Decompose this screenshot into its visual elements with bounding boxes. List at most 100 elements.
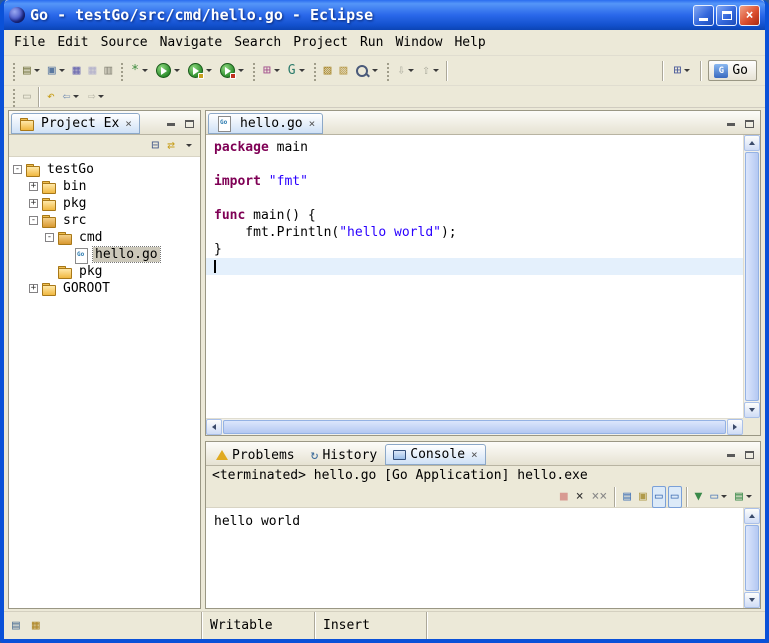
back-icon[interactable]: ⇦ xyxy=(60,86,83,108)
remove-all-launches-icon[interactable]: ×× xyxy=(589,486,611,508)
expander-icon[interactable]: + xyxy=(29,182,38,191)
menu-edit[interactable]: Edit xyxy=(51,32,94,53)
scrollbar-thumb[interactable] xyxy=(745,152,759,401)
close-icon[interactable]: × xyxy=(309,117,316,130)
tab-project-explorer[interactable]: Project Ex × xyxy=(11,113,140,134)
external-tools-icon[interactable] xyxy=(217,60,247,82)
menu-window[interactable]: Window xyxy=(389,32,448,53)
close-icon[interactable]: × xyxy=(125,117,132,130)
forward-icon[interactable]: ⇨ xyxy=(84,86,107,108)
pin-editor-icon[interactable]: ▭ xyxy=(20,86,34,108)
code-line[interactable]: } xyxy=(206,241,743,258)
editor-horizontal-scrollbar[interactable] xyxy=(206,418,743,435)
code-line[interactable] xyxy=(206,156,743,173)
tree-item-bin[interactable]: +bin xyxy=(9,178,200,195)
search-icon[interactable] xyxy=(352,60,381,82)
menu-file[interactable]: File xyxy=(8,32,51,53)
code-line[interactable]: package main xyxy=(206,139,743,156)
scrollbar-thumb[interactable] xyxy=(223,420,726,434)
fast-view-icon[interactable]: ▤ xyxy=(12,618,20,633)
menu-source[interactable]: Source xyxy=(95,32,154,53)
open-console-icon[interactable]: ▤ xyxy=(732,486,755,508)
code-editor[interactable]: package main import "fmt" func main() { fm… xyxy=(206,135,743,418)
code-line[interactable]: fmt.Println("hello world"); xyxy=(206,224,743,241)
menu-project[interactable]: Project xyxy=(287,32,354,53)
minimize-view-icon[interactable] xyxy=(722,116,740,132)
tab-problems[interactable]: Problems xyxy=(208,444,303,465)
launch-trim-icon[interactable]: ▦ xyxy=(32,618,40,633)
tree-item-cmd[interactable]: -cmd xyxy=(9,229,200,246)
console-vertical-scrollbar[interactable] xyxy=(743,508,760,608)
next-annotation-icon[interactable]: ⇩ xyxy=(394,60,417,82)
new-go-element-icon[interactable]: ▣ xyxy=(45,60,68,82)
remove-launch-icon[interactable]: × xyxy=(573,486,587,508)
tab-history[interactable]: ↻History xyxy=(303,444,386,465)
maximize-button[interactable] xyxy=(716,5,737,26)
menu-search[interactable]: Search xyxy=(228,32,287,53)
menu-help[interactable]: Help xyxy=(448,32,491,53)
expander-icon[interactable]: + xyxy=(29,199,38,208)
code-line[interactable]: func main() { xyxy=(206,207,743,224)
scroll-down-button[interactable] xyxy=(744,402,760,418)
console-output[interactable]: hello world xyxy=(206,508,743,608)
expander-icon[interactable]: + xyxy=(29,284,38,293)
print-icon[interactable]: ▥ xyxy=(101,60,115,82)
show-stdout-icon[interactable]: ▭ xyxy=(652,486,666,508)
tree-item-hello-go[interactable]: hello.go xyxy=(9,246,200,263)
clear-console-icon[interactable]: ▤ xyxy=(620,486,634,508)
go-perspective-button[interactable]: G Go xyxy=(708,60,757,81)
tree-item-pkg[interactable]: +pkg xyxy=(9,195,200,212)
scroll-right-button[interactable] xyxy=(727,419,743,435)
terminate-icon[interactable]: ■ xyxy=(557,486,571,508)
run-icon[interactable] xyxy=(153,60,183,82)
editor-vertical-scrollbar[interactable] xyxy=(743,135,760,418)
collapse-all-icon[interactable]: ⊟ xyxy=(148,135,162,157)
view-menu-icon[interactable] xyxy=(180,135,195,157)
tab-hello-go[interactable]: hello.go × xyxy=(208,113,323,134)
profile-icon[interactable] xyxy=(185,60,215,82)
titlebar[interactable]: Go - testGo/src/cmd/hello.go - Eclipse × xyxy=(4,0,765,30)
expander-icon[interactable]: - xyxy=(13,165,22,174)
expander-icon[interactable]: - xyxy=(29,216,38,225)
close-button[interactable]: × xyxy=(739,5,760,26)
minimize-button[interactable] xyxy=(693,5,714,26)
prev-annotation-icon[interactable]: ⇧ xyxy=(419,60,442,82)
close-icon[interactable]: × xyxy=(471,448,478,461)
expander-icon[interactable]: - xyxy=(45,233,54,242)
scroll-up-button[interactable] xyxy=(744,508,760,524)
new-wizard-icon[interactable]: ▤ xyxy=(20,60,43,82)
save-icon[interactable]: ▦ xyxy=(70,60,84,82)
minimize-view-icon[interactable] xyxy=(722,447,740,463)
code-line[interactable] xyxy=(206,190,743,207)
save-all-icon[interactable]: ▦ xyxy=(85,60,99,82)
scroll-left-button[interactable] xyxy=(206,419,222,435)
open-resource-icon[interactable]: ▧ xyxy=(336,60,350,82)
debug-icon[interactable]: * xyxy=(128,60,151,82)
scroll-up-button[interactable] xyxy=(744,135,760,151)
show-stderr-icon[interactable]: ▭ xyxy=(668,486,682,508)
menu-run[interactable]: Run xyxy=(354,32,389,53)
new-go-project-icon[interactable]: ⊞ xyxy=(260,60,283,82)
tree-item-src[interactable]: -src xyxy=(9,212,200,229)
tree-item-testgo[interactable]: -testGo xyxy=(9,161,200,178)
scrollbar-thumb[interactable] xyxy=(745,525,759,591)
goclipse-wizard-icon[interactable]: G xyxy=(285,60,308,82)
display-console-icon[interactable]: ▭ xyxy=(707,486,730,508)
tree-item-goroot[interactable]: +GOROOT xyxy=(9,280,200,297)
maximize-view-icon[interactable] xyxy=(740,447,758,463)
pin-console-icon[interactable]: ▼ xyxy=(692,486,706,508)
maximize-view-icon[interactable] xyxy=(740,116,758,132)
link-with-editor-icon[interactable]: ⇄ xyxy=(164,135,178,157)
minimize-view-icon[interactable] xyxy=(162,116,180,132)
scroll-lock-icon[interactable]: ▣ xyxy=(636,486,650,508)
code-line[interactable]: import "fmt" xyxy=(206,173,743,190)
code-line[interactable] xyxy=(206,258,743,275)
open-type-icon[interactable]: ▨ xyxy=(321,60,335,82)
last-edit-location-icon[interactable]: ↶ xyxy=(44,86,58,108)
tree-item-pkg[interactable]: pkg xyxy=(9,263,200,280)
maximize-view-icon[interactable] xyxy=(180,116,198,132)
tab-console[interactable]: Console× xyxy=(385,444,485,465)
open-perspective-icon[interactable]: ⊞ xyxy=(671,60,694,82)
menu-navigate[interactable]: Navigate xyxy=(154,32,229,53)
scroll-down-button[interactable] xyxy=(744,592,760,608)
